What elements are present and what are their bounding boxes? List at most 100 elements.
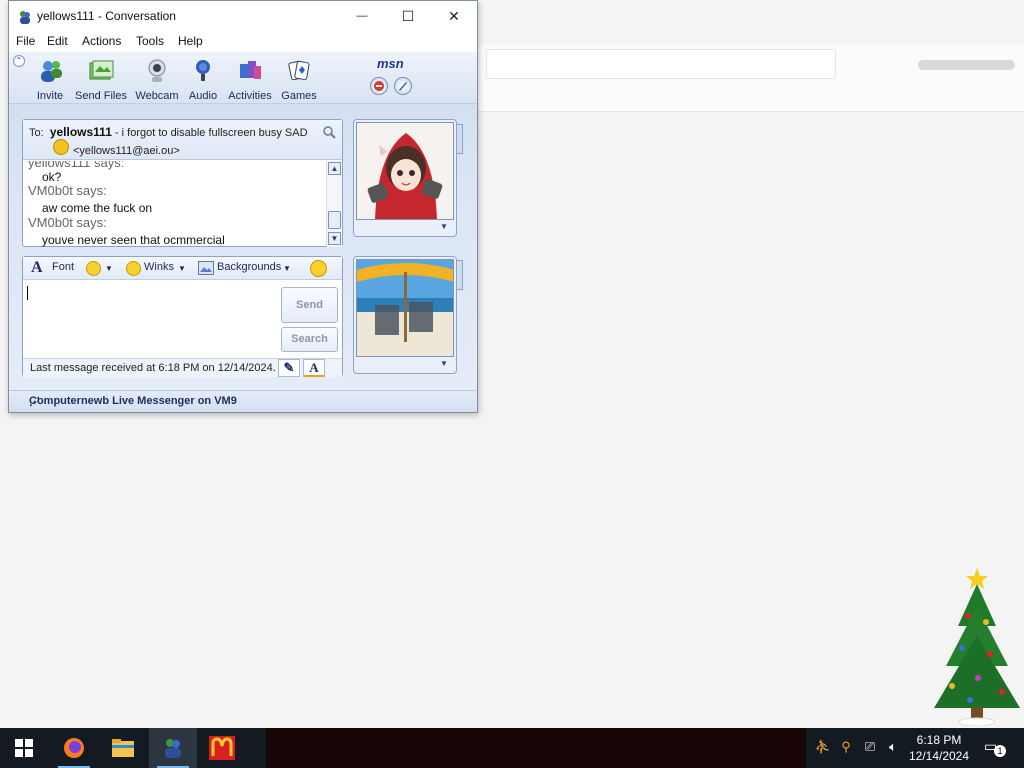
menu-help[interactable]: Help (178, 34, 203, 48)
christmas-tree-icon (934, 568, 1020, 726)
webcam-button[interactable]: Webcam (135, 58, 179, 102)
mcdonalds-icon (209, 736, 235, 760)
invite-button[interactable]: Invite (32, 58, 68, 102)
messenger-icon (20, 11, 30, 24)
emoticon-icon[interactable] (86, 261, 101, 276)
text-caret (27, 286, 28, 300)
backgrounds-dropdown-icon[interactable]: ▼ (283, 264, 291, 273)
contact-display-picture[interactable] (356, 122, 454, 220)
my-picture-dropdown-icon[interactable]: ▼ (440, 359, 448, 368)
collapse-my-picture-icon[interactable] (457, 260, 463, 290)
scroll-down-icon[interactable]: ▼ (328, 232, 341, 245)
contact-email: <yellows111@aei.ou> (73, 145, 180, 157)
taskbar: ⛹ ⚲ ⎚ 🔈︎ 6:18 PM 12/14/2024 ▭ 1 (0, 728, 1024, 768)
games-button[interactable]: Games (281, 58, 317, 102)
contact-status-message: - i forgot to disable fullscreen busy SA… (111, 127, 308, 139)
background-app-placeholder (918, 60, 1015, 70)
resize-grip-icon[interactable]: ⋰ (29, 395, 473, 409)
contact-name[interactable]: yellows111 (50, 125, 112, 139)
emoticon-dropdown-icon[interactable]: ▼ (105, 264, 113, 273)
scroll-up-icon[interactable]: ▲ (328, 162, 341, 175)
taskbar-firefox[interactable] (50, 728, 98, 768)
message-text: youve never seen that ocmmercial (42, 233, 225, 247)
games-icon (288, 60, 310, 81)
paintbrush-icon (399, 82, 407, 91)
minimize-button[interactable]: — (339, 1, 385, 31)
backgrounds-icon (198, 261, 214, 275)
send-button[interactable]: Send (281, 287, 338, 323)
send-files-button[interactable]: Send Files (74, 58, 128, 102)
conversation-window: yellows111 - Conversation — ☐ ✕ File Edi… (8, 0, 478, 413)
handwriting-tab-icon[interactable]: ✎ (278, 359, 300, 377)
nudge-icon[interactable] (310, 260, 327, 277)
winks-button[interactable]: Winks (144, 261, 174, 273)
menu-edit[interactable]: Edit (47, 34, 68, 48)
backgrounds-button[interactable]: Backgrounds (217, 261, 281, 273)
status-bar: Last message received at 6:18 PM on 12/1… (23, 358, 342, 377)
block-icon (374, 81, 384, 91)
chat-scrollbar[interactable]: ▲ ▼ (326, 161, 342, 247)
message-sender: VM0b0t says: (28, 183, 107, 198)
message-list: yellows111 says: ok? VM0b0t says: aw com… (23, 161, 326, 247)
start-button[interactable] (0, 728, 48, 768)
network-icon[interactable]: ⎚ (861, 739, 879, 757)
font-button[interactable]: Font (52, 261, 74, 273)
compose-panel: A Font ▼ Winks ▼ Backgrounds ▼ Send Sear… (22, 256, 343, 377)
display-picture-dropdown-icon[interactable]: ▼ (440, 222, 448, 231)
message-input[interactable] (23, 281, 279, 357)
firefox-icon (64, 738, 84, 758)
network-people-icon[interactable]: ⛹ (814, 739, 832, 757)
last-message-status: Last message received at 6:18 PM on 12/1… (30, 362, 276, 374)
contact-card-icon[interactable] (322, 125, 336, 139)
close-button[interactable]: ✕ (431, 1, 477, 31)
taskbar-file-explorer[interactable] (99, 728, 147, 768)
my-display-picture[interactable] (356, 259, 454, 357)
taskbar-wallpaper-strip (266, 728, 806, 768)
webcam-icon (148, 59, 166, 82)
messenger-icon (165, 739, 181, 758)
message-text: ok? (42, 170, 62, 184)
winks-dropdown-icon[interactable]: ▼ (178, 264, 186, 273)
activities-icon (240, 61, 261, 79)
clock-time: 6:18 PM (916, 733, 962, 747)
menu-actions[interactable]: Actions (82, 34, 121, 48)
send-files-icon (89, 60, 114, 80)
title-bar[interactable]: yellows111 - Conversation — ☐ ✕ (9, 1, 477, 31)
text-tab-icon[interactable]: A (303, 359, 325, 377)
menu-tools[interactable]: Tools (136, 34, 164, 48)
audio-label: Audio (188, 90, 218, 102)
menu-file[interactable]: File (16, 34, 35, 48)
message-sender: yellows111 says: (28, 161, 125, 170)
taskbar-messenger[interactable] (149, 728, 197, 768)
invite-icon (41, 61, 62, 82)
taskbar-mcdonalds[interactable] (198, 728, 246, 768)
font-icon: A (31, 259, 43, 276)
notification-count-badge: 1 (994, 745, 1006, 757)
search-button[interactable]: Search (281, 327, 338, 352)
paint-button[interactable] (394, 77, 412, 95)
audio-icon (196, 60, 210, 81)
block-button[interactable] (370, 77, 388, 95)
expand-toolbar-button[interactable]: ⌃ (13, 55, 25, 67)
volume-icon[interactable]: 🔈︎ (884, 739, 902, 757)
to-line: To: yellows111 - i forgot to disable ful… (29, 125, 308, 139)
footer-bar: Computernewb Live Messenger on VM9 ⋰ (9, 390, 477, 412)
maximize-button[interactable]: ☐ (385, 1, 431, 31)
collapse-contact-picture-icon[interactable] (457, 124, 463, 154)
format-toolbar: A Font ▼ Winks ▼ Backgrounds ▼ (23, 257, 342, 280)
activities-button[interactable]: Activities (227, 58, 273, 102)
conversation-body: ⌃ Invite Send Files Webcam Audio Activit… (9, 52, 477, 412)
window-title: yellows111 - Conversation (37, 9, 176, 23)
scroll-thumb[interactable] (328, 211, 341, 229)
activities-label: Activities (228, 90, 272, 102)
windows-logo-icon (15, 739, 33, 757)
search-tray-icon[interactable]: ⚲ (837, 739, 855, 757)
contact-display-picture-frame: ▼ (353, 119, 457, 237)
notification-center-icon[interactable]: ▭ 1 (982, 738, 1008, 757)
message-text: aw come the fuck on (42, 201, 153, 215)
sad-emoticon-icon (53, 139, 69, 155)
clock[interactable]: 6:18 PM 12/14/2024 (902, 732, 976, 764)
audio-button[interactable]: Audio (186, 58, 220, 102)
invite-label: Invite (36, 90, 64, 102)
contact-header: To: yellows111 - i forgot to disable ful… (23, 120, 342, 160)
